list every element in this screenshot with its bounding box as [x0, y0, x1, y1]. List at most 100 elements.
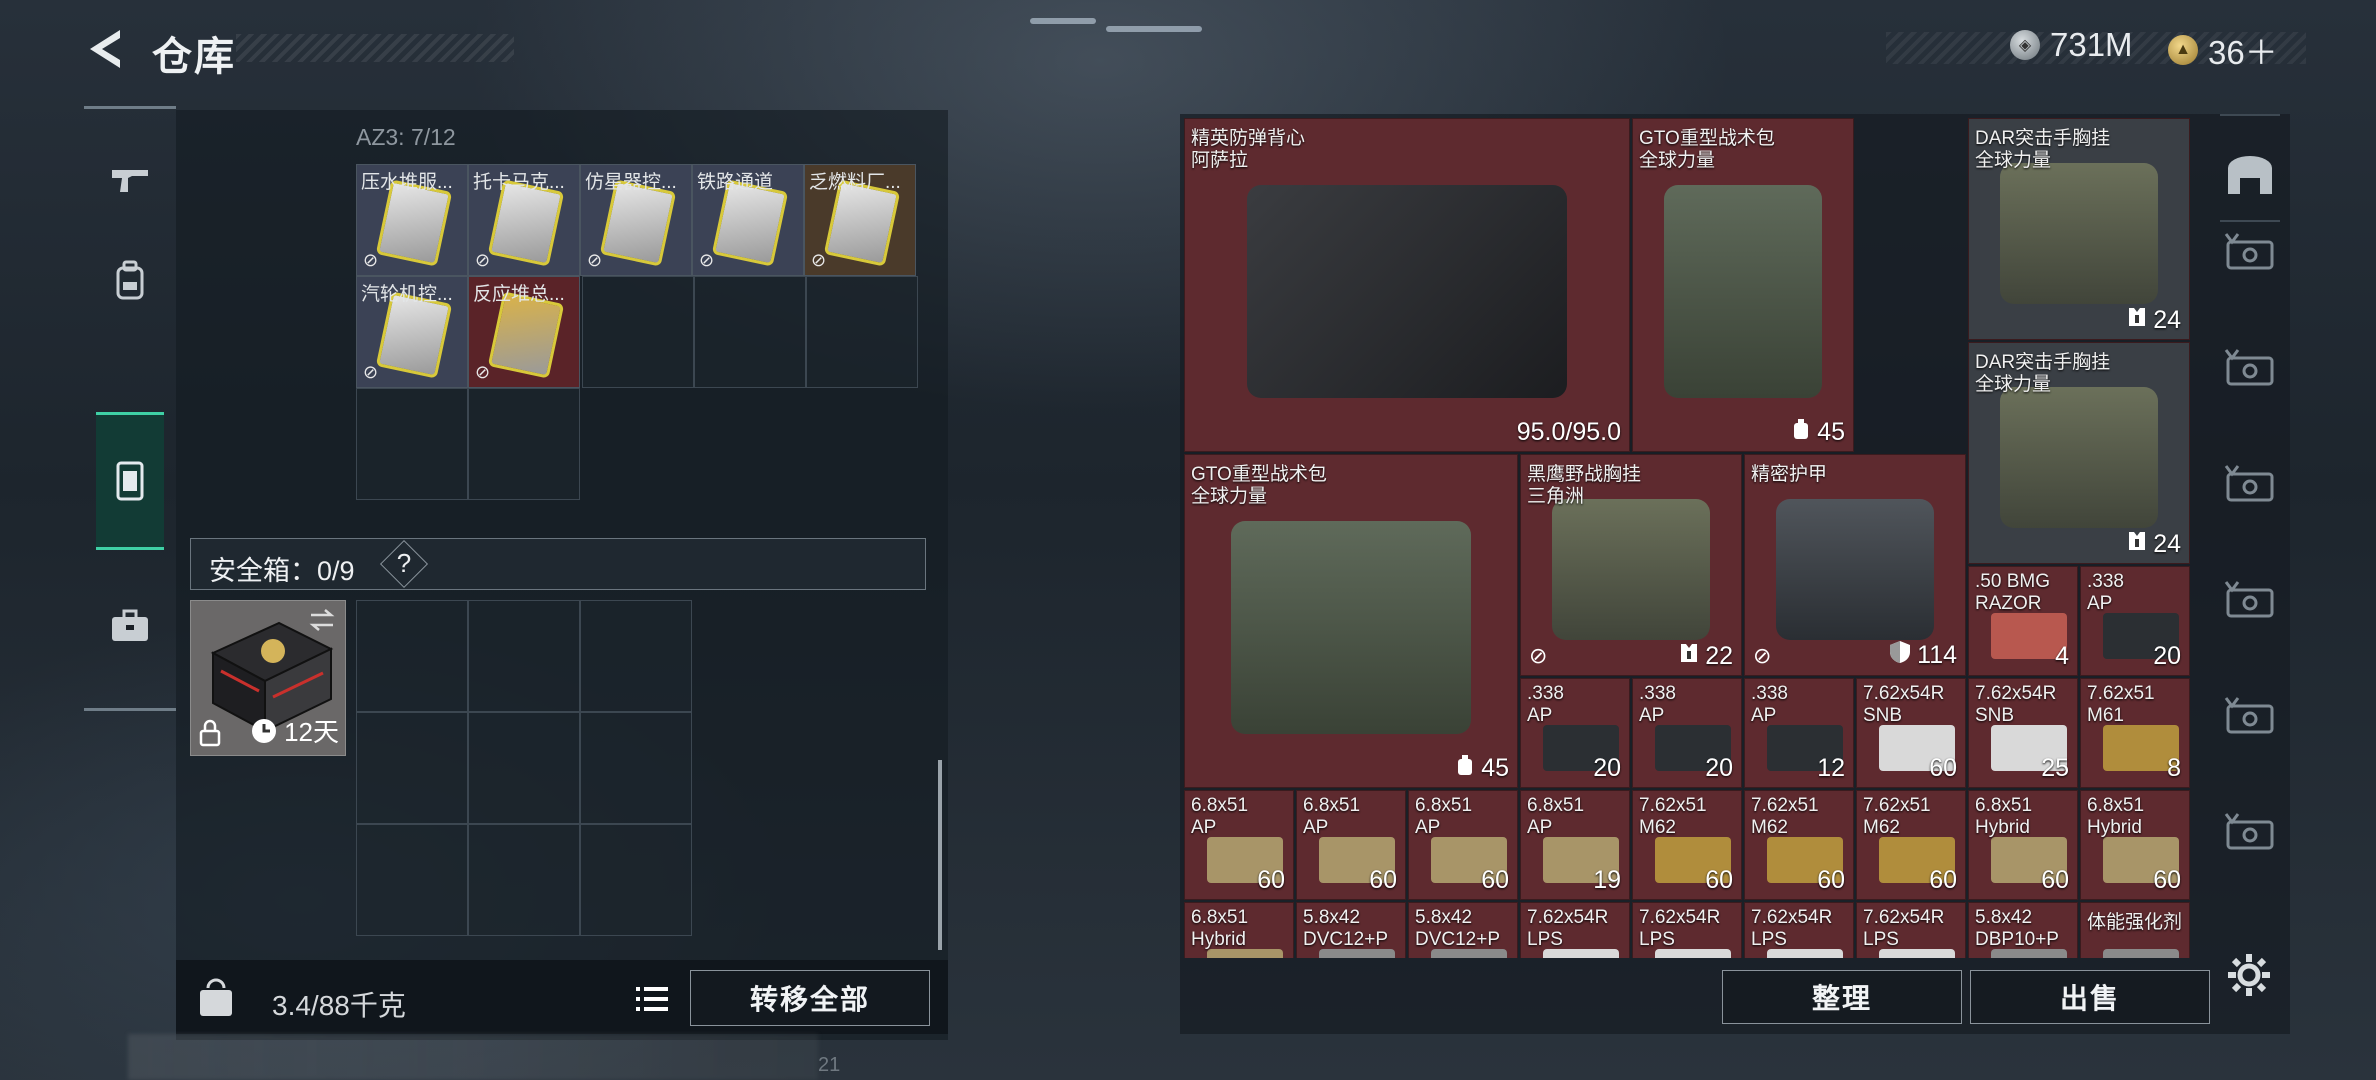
not-bound-icon: ⊘ — [699, 250, 715, 270]
empty-slot[interactable] — [468, 712, 580, 824]
stash-item[interactable]: .338 AP 12 — [1744, 678, 1854, 788]
stash-item[interactable]: .50 BMG RAZOR 4 — [1968, 566, 2078, 676]
container-item[interactable]: 铁路通道 ⊘ — [692, 164, 804, 276]
container-item[interactable]: 汽轮机控... ⊘ — [356, 276, 468, 388]
stash-item[interactable]: 6.8x51 Hybrid 60 — [2080, 790, 2190, 900]
organize-button[interactable]: 整理 — [1722, 970, 1962, 1024]
container-item[interactable]: 压水堆服... ⊘ — [356, 164, 468, 276]
weight-capacity: 3.4/88千克 — [272, 990, 406, 1021]
empty-slot[interactable] — [356, 388, 468, 500]
stash-item[interactable]: 7.62x54R LPS — [1744, 902, 1854, 958]
item-count-value: 4 — [2055, 642, 2069, 670]
empty-slot[interactable] — [806, 276, 918, 388]
item-count: 60 — [1929, 754, 1957, 783]
sell-button[interactable]: 出售 — [1970, 970, 2210, 1024]
empty-slot[interactable] — [356, 600, 468, 712]
stash-item[interactable]: 体能强化剂 — [2080, 902, 2190, 958]
stash-item[interactable]: GTO重型战术包 全球力量 45 — [1184, 454, 1518, 788]
nav-divider — [84, 708, 176, 711]
stash-item[interactable]: 7.62x54R SNB 60 — [1856, 678, 1966, 788]
currency-silver[interactable]: ◈ 731M — [2010, 26, 2133, 64]
empty-slot[interactable] — [580, 712, 692, 824]
stash-item[interactable]: 精英防弹背心 阿萨拉 95.0/95.0 — [1184, 118, 1630, 452]
container-item[interactable]: 反应堆总... ⊘ — [468, 276, 580, 388]
nav-item-rig[interactable] — [96, 412, 164, 550]
stash-item[interactable]: 5.8x42 DVC12+P — [1408, 902, 1518, 958]
empty-slot[interactable] — [468, 388, 580, 500]
currency-gold[interactable]: ▲ 36＋ — [2168, 26, 2278, 74]
item-count-value: 24 — [2153, 306, 2181, 334]
item-subtitle: RAZOR — [1975, 593, 2042, 614]
stash-item[interactable]: .338 AP 20 — [2080, 566, 2190, 676]
stash-item[interactable]: 6.8x51 AP 60 — [1184, 790, 1294, 900]
tab-storage-1[interactable] — [2222, 230, 2278, 278]
container-item[interactable]: 托卡马克... ⊘ — [468, 164, 580, 276]
stash-item[interactable]: 6.8x51 AP 60 — [1408, 790, 1518, 900]
stash-item[interactable]: .338 AP 20 — [1632, 678, 1742, 788]
item-count-value: 20 — [2153, 642, 2181, 670]
item-count: 60 — [1817, 866, 1845, 895]
tab-storage-6[interactable] — [2222, 810, 2278, 858]
empty-slot[interactable] — [356, 712, 468, 824]
item-count: 60 — [1705, 866, 1733, 895]
stash-item[interactable]: 5.8x42 DBP10+P — [1968, 902, 2078, 958]
tab-storage-5[interactable] — [2222, 694, 2278, 742]
item-count: 24 — [2127, 530, 2181, 559]
item-count-value: 20 — [1705, 754, 1733, 782]
item-name: 5.8x42 — [1303, 907, 1361, 928]
stash-item[interactable]: 7.62x54R SNB 25 — [1968, 678, 2078, 788]
item-subtitle: M62 — [1751, 817, 1788, 838]
stash-item[interactable]: .338 AP 20 — [1520, 678, 1630, 788]
stash-tab-icon[interactable] — [2224, 154, 2276, 198]
top-bar: 仓库 ◈ 731M ▲ 36＋ — [0, 0, 2376, 100]
stash-item[interactable]: 6.8x51 Hybrid 60 — [1968, 790, 2078, 900]
empty-slot[interactable] — [356, 824, 468, 936]
stash-item[interactable]: 7.62x51 M62 60 — [1632, 790, 1742, 900]
container-scrollbar[interactable] — [938, 760, 942, 950]
nav-item-weapons[interactable] — [96, 130, 164, 230]
stash-item[interactable]: 7.62x51 M62 60 — [1856, 790, 1966, 900]
transfer-all-button[interactable]: 转移全部 — [690, 970, 930, 1026]
stash-item[interactable]: 精密护甲 114 ⊘ — [1744, 454, 1966, 676]
stash-item[interactable]: 6.8x51 AP 60 — [1296, 790, 1406, 900]
item-count-value: 60 — [1929, 754, 1957, 782]
help-icon[interactable]: ? — [391, 548, 417, 579]
stash-item[interactable]: DAR突击手胸挂 全球力量 24 — [1968, 342, 2190, 564]
item-count-value: 114 — [1917, 641, 1957, 669]
container-item[interactable]: 仿星器控... ⊘ — [580, 164, 692, 276]
stash-item[interactable]: 5.8x42 DVC12+P — [1296, 902, 1406, 958]
empty-slot[interactable] — [694, 276, 806, 388]
item-count-value: 60 — [1705, 866, 1733, 894]
empty-slot[interactable] — [468, 600, 580, 712]
empty-slot[interactable] — [580, 600, 692, 712]
tab-storage-2[interactable] — [2222, 346, 2278, 394]
stash-item[interactable]: 7.62x51 M62 60 — [1744, 790, 1854, 900]
empty-slot[interactable] — [580, 824, 692, 936]
container-item[interactable]: 乏燃料厂... ⊘ — [804, 164, 916, 276]
item-name: .338 — [1751, 683, 1788, 704]
nav-item-items[interactable] — [96, 576, 164, 676]
stash-item[interactable]: 黑鹰野战胸挂 三角洲 22 ⊘ — [1520, 454, 1742, 676]
stash-item[interactable]: 6.8x51 Hybrid — [1184, 902, 1294, 958]
item-subtitle: AP — [1527, 817, 1553, 838]
stash-item[interactable]: 7.62x51 M61 8 — [2080, 678, 2190, 788]
back-arrow-icon[interactable] — [84, 26, 130, 72]
nav-item-gear[interactable] — [96, 230, 164, 330]
stash-item[interactable]: 7.62x54R LPS — [1520, 902, 1630, 958]
empty-slot[interactable] — [468, 824, 580, 936]
settings-gear-icon[interactable] — [2226, 952, 2272, 998]
not-bound-icon: ⊘ — [363, 362, 379, 382]
stash-item[interactable]: 7.62x54R LPS — [1856, 902, 1966, 958]
stash-item[interactable]: DAR突击手胸挂 全球力量 24 — [1968, 118, 2190, 340]
swap-icon[interactable] — [307, 607, 337, 633]
list-icon[interactable] — [634, 984, 670, 1014]
tab-storage-4[interactable] — [2222, 578, 2278, 626]
safebox-item[interactable]: 12天 — [190, 600, 346, 756]
stash-item[interactable]: 7.62x54R LPS — [1632, 902, 1742, 958]
empty-slot[interactable] — [582, 276, 694, 388]
tab-storage-3[interactable] — [2222, 462, 2278, 510]
stash-item[interactable]: GTO重型战术包 全球力量 45 — [1632, 118, 1854, 452]
item-count: 95.0/95.0 — [1517, 418, 1621, 447]
stash-item[interactable]: 6.8x51 AP 19 — [1520, 790, 1630, 900]
truck-icon — [2224, 465, 2274, 502]
